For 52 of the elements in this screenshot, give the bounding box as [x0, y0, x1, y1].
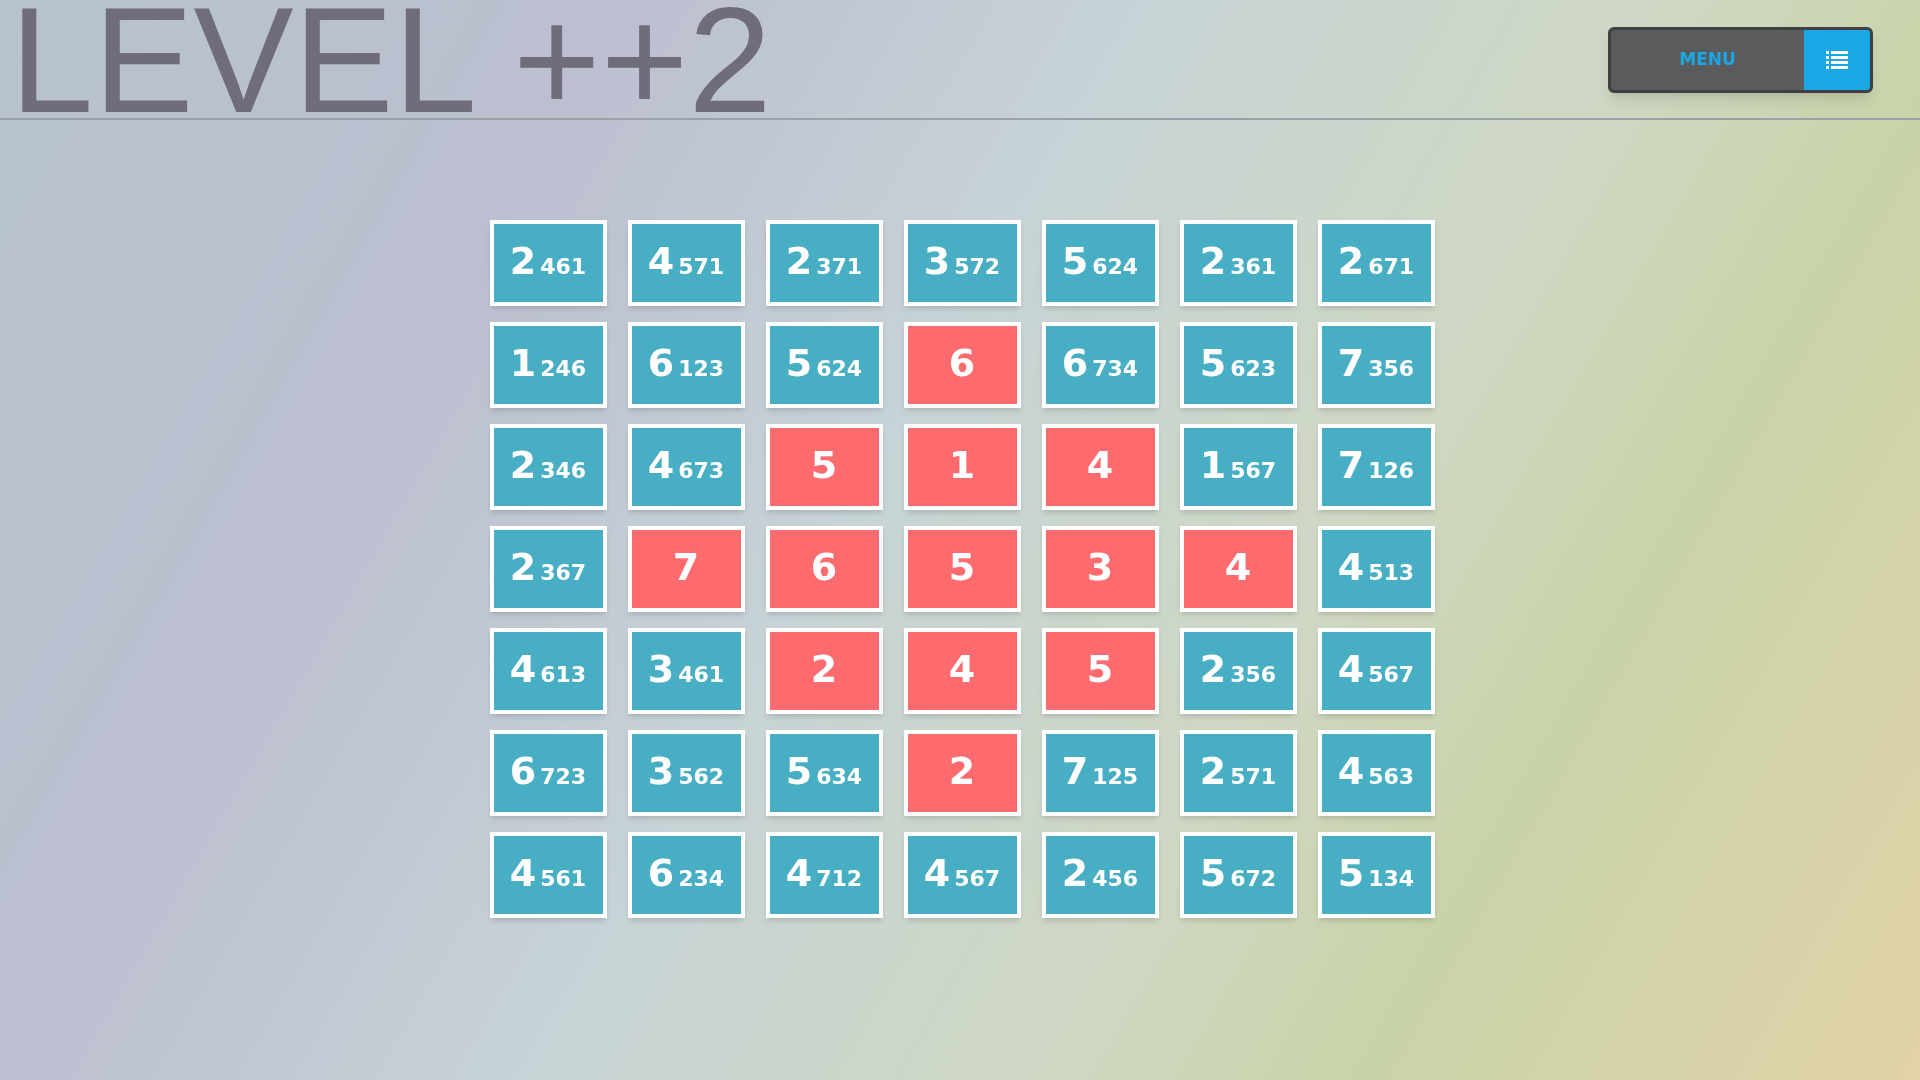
- number-tile[interactable]: 5: [765, 424, 883, 510]
- number-tile[interactable]: 4 563: [1317, 730, 1435, 816]
- list-icon: [1826, 51, 1848, 69]
- number-tile[interactable]: 4 567: [1317, 628, 1435, 714]
- number-tile[interactable]: 5 134: [1317, 832, 1435, 918]
- number-tile[interactable]: 2 571: [1179, 730, 1297, 816]
- number-tile[interactable]: 6: [765, 526, 883, 612]
- number-tile[interactable]: 5 672: [1179, 832, 1297, 918]
- number-tile[interactable]: 6 234: [627, 832, 745, 918]
- number-tile[interactable]: 4 513: [1317, 526, 1435, 612]
- number-tile[interactable]: 2 346: [489, 424, 607, 510]
- number-tile[interactable]: 7: [627, 526, 745, 612]
- number-tile[interactable]: 3 562: [627, 730, 745, 816]
- number-tile[interactable]: 4: [1179, 526, 1297, 612]
- number-tile[interactable]: 5: [903, 526, 1021, 612]
- number-tile[interactable]: 5: [1041, 628, 1159, 714]
- number-tile[interactable]: 1: [903, 424, 1021, 510]
- number-tile[interactable]: 2: [903, 730, 1021, 816]
- menu-button[interactable]: MENU: [1608, 27, 1873, 93]
- number-tile[interactable]: 4 571: [627, 220, 745, 306]
- number-tile[interactable]: 7 126: [1317, 424, 1435, 510]
- number-tile[interactable]: 3: [1041, 526, 1159, 612]
- number-tile[interactable]: 6: [903, 322, 1021, 408]
- number-tile[interactable]: 2 671: [1317, 220, 1435, 306]
- number-tile[interactable]: 4 673: [627, 424, 745, 510]
- number-tile[interactable]: 1 567: [1179, 424, 1297, 510]
- number-tile[interactable]: 4 712: [765, 832, 883, 918]
- number-tile[interactable]: 2 461: [489, 220, 607, 306]
- number-tile[interactable]: 6 123: [627, 322, 745, 408]
- number-tile[interactable]: 2 356: [1179, 628, 1297, 714]
- number-tile[interactable]: 3 461: [627, 628, 745, 714]
- number-tile[interactable]: 1 246: [489, 322, 607, 408]
- number-tile[interactable]: 2: [765, 628, 883, 714]
- number-tile[interactable]: 5 624: [1041, 220, 1159, 306]
- number-tile[interactable]: 6 723: [489, 730, 607, 816]
- number-tile[interactable]: 4 561: [489, 832, 607, 918]
- number-tile[interactable]: 3 572: [903, 220, 1021, 306]
- number-tile[interactable]: 2 371: [765, 220, 883, 306]
- number-tile[interactable]: 2 367: [489, 526, 607, 612]
- number-tile[interactable]: 4 567: [903, 832, 1021, 918]
- number-tile[interactable]: 4: [903, 628, 1021, 714]
- number-tile[interactable]: 5 623: [1179, 322, 1297, 408]
- number-tile[interactable]: 5 634: [765, 730, 883, 816]
- number-tile[interactable]: 4 613: [489, 628, 607, 714]
- number-tile[interactable]: 2 456: [1041, 832, 1159, 918]
- number-tile[interactable]: 5 624: [765, 322, 883, 408]
- number-tile[interactable]: 6 734: [1041, 322, 1159, 408]
- number-tile[interactable]: 2 361: [1179, 220, 1297, 306]
- level-title: LEVEL ++2: [9, 0, 772, 120]
- number-tile[interactable]: 7 125: [1041, 730, 1159, 816]
- number-tile[interactable]: 4: [1041, 424, 1159, 510]
- number-tile[interactable]: 7 356: [1317, 322, 1435, 408]
